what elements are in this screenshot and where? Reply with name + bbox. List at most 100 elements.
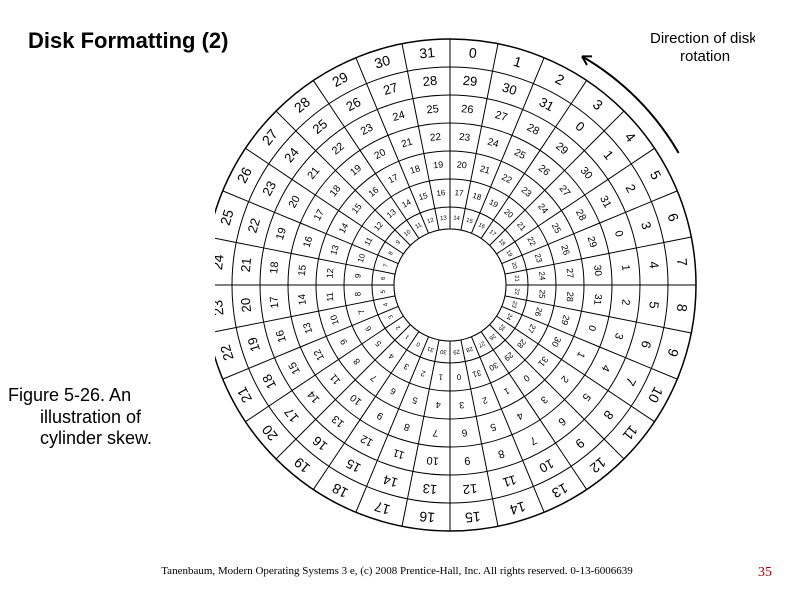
svg-text:11: 11 [328,371,343,386]
svg-text:12: 12 [312,347,327,362]
svg-text:17: 17 [312,207,327,222]
svg-text:21: 21 [233,384,255,405]
svg-text:16: 16 [274,329,289,344]
svg-text:20: 20 [373,147,388,162]
svg-text:25: 25 [426,103,439,116]
svg-text:25: 25 [496,323,505,332]
svg-text:4: 4 [599,362,612,373]
svg-text:18: 18 [328,183,344,199]
svg-text:29: 29 [462,73,478,89]
svg-text:27: 27 [494,109,509,124]
svg-text:19: 19 [244,335,263,353]
svg-text:17: 17 [281,405,302,426]
svg-text:9: 9 [353,273,362,279]
svg-text:15: 15 [343,456,363,476]
svg-text:3: 3 [388,313,395,319]
svg-text:1: 1 [502,386,511,397]
svg-text:17: 17 [386,172,400,186]
svg-text:3: 3 [402,361,411,371]
svg-text:22: 22 [330,140,347,157]
svg-text:31: 31 [536,354,550,368]
svg-text:19: 19 [488,197,501,209]
svg-text:12: 12 [462,481,478,497]
svg-text:10: 10 [537,456,557,476]
svg-text:24: 24 [486,137,500,151]
svg-text:20: 20 [287,194,303,210]
svg-text:30: 30 [439,348,447,355]
page-number: 35 [758,565,772,581]
svg-text:7: 7 [623,375,640,388]
svg-text:23: 23 [519,185,533,199]
svg-text:1: 1 [600,147,616,162]
caption-line-3: cylinder skew. [40,428,208,450]
svg-text:2: 2 [619,299,632,306]
svg-text:18: 18 [259,372,279,392]
svg-text:12: 12 [359,432,375,448]
svg-text:21: 21 [515,220,528,233]
caption-line-1: Figure 5-26. An [8,385,131,405]
svg-text:14: 14 [400,197,413,209]
svg-text:25: 25 [512,147,527,162]
svg-text:26: 26 [559,244,571,256]
svg-text:5: 5 [381,289,387,294]
svg-text:31: 31 [426,345,435,353]
svg-text:22: 22 [244,216,263,234]
svg-text:8: 8 [496,447,505,460]
svg-text:23: 23 [359,122,375,138]
svg-text:29: 29 [329,68,350,90]
svg-text:4: 4 [435,400,441,410]
svg-text:3: 3 [638,220,654,231]
svg-text:8: 8 [351,356,362,366]
svg-text:31: 31 [537,94,557,114]
svg-text:12: 12 [324,268,335,279]
svg-text:0: 0 [612,229,625,238]
svg-text:14: 14 [297,293,309,306]
svg-text:29: 29 [553,140,570,157]
svg-text:13: 13 [549,480,570,502]
svg-text:7: 7 [356,308,366,315]
svg-text:9: 9 [464,454,471,467]
svg-text:28: 28 [422,73,438,89]
svg-text:2: 2 [419,368,426,378]
svg-text:13: 13 [385,207,398,220]
svg-text:14: 14 [305,388,322,405]
rotation-label-line1: Direction of disk [650,30,755,47]
svg-text:27: 27 [525,323,537,336]
svg-text:14: 14 [337,221,351,235]
svg-text:17: 17 [454,188,464,198]
caption-line-2: illustration of [40,407,208,429]
svg-text:23: 23 [215,299,227,316]
svg-text:15: 15 [297,264,309,277]
svg-text:0: 0 [573,118,588,134]
svg-text:1: 1 [574,350,587,360]
svg-text:28: 28 [525,122,541,138]
svg-text:17: 17 [488,229,497,238]
svg-text:31: 31 [597,194,613,210]
svg-text:2: 2 [558,373,570,385]
svg-text:28: 28 [573,208,588,223]
svg-text:30: 30 [578,165,595,182]
svg-text:7: 7 [383,263,390,269]
svg-text:4: 4 [646,261,662,270]
svg-text:8: 8 [674,303,691,313]
svg-text:0: 0 [415,340,421,347]
svg-text:29: 29 [559,314,571,326]
svg-text:18: 18 [409,163,421,175]
svg-text:2: 2 [481,395,489,406]
svg-text:19: 19 [504,249,513,258]
svg-text:22: 22 [429,132,442,144]
svg-text:10: 10 [348,391,364,407]
svg-text:4: 4 [383,301,390,307]
svg-text:11: 11 [501,472,518,490]
svg-text:6: 6 [461,426,468,438]
disk-skew-figure: 0123456789101112131415161718192021222324… [215,25,755,545]
svg-text:25: 25 [537,289,547,299]
svg-text:1: 1 [438,372,444,381]
svg-text:30: 30 [550,335,564,349]
svg-text:7: 7 [368,373,378,384]
svg-text:27: 27 [259,126,281,148]
svg-text:29: 29 [502,350,515,363]
svg-text:0: 0 [456,372,462,381]
svg-text:27: 27 [381,79,399,98]
svg-text:8: 8 [600,408,616,423]
